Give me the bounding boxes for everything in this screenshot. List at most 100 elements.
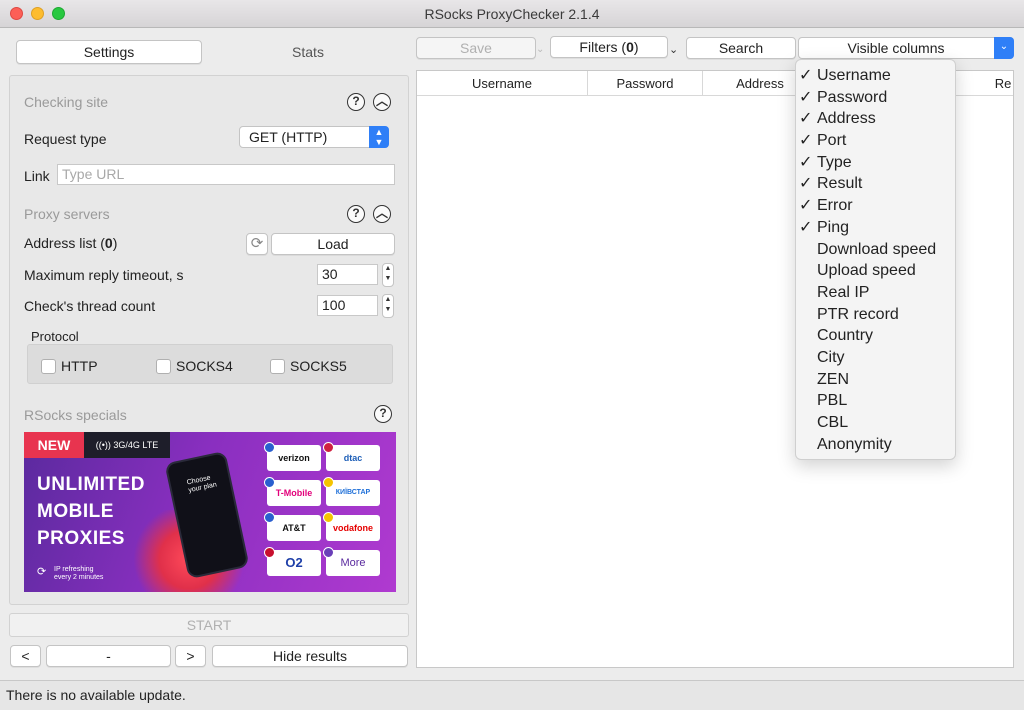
- refresh-note: IP refreshing every 2 minutes: [54, 566, 104, 581]
- menu-item-label: Address: [817, 110, 876, 128]
- column-header-result[interactable]: Re: [993, 71, 1013, 96]
- http-label: HTTP: [61, 358, 98, 374]
- filters-button[interactable]: Filters (0): [550, 36, 668, 58]
- menu-item-ping[interactable]: ✓ Ping: [796, 217, 955, 239]
- timeout-input[interactable]: 30: [317, 264, 378, 285]
- menu-item-label: Download speed: [817, 240, 937, 258]
- checkmark-icon: ✓: [799, 218, 813, 236]
- menu-item-download-speed[interactable]: Download speed: [796, 239, 955, 261]
- socks4-label: SOCKS4: [176, 358, 233, 374]
- request-type-select[interactable]: GET (HTTP) ▲ ▼: [239, 126, 389, 148]
- menu-item-upload-speed[interactable]: Upload speed: [796, 260, 955, 282]
- menu-item-password[interactable]: ✓ Password: [796, 87, 955, 109]
- menu-item-zen[interactable]: ZEN: [796, 369, 955, 391]
- operator-o2: O2: [267, 550, 321, 576]
- checkmark-icon: ✓: [799, 110, 813, 128]
- menu-item-cbl[interactable]: CBL: [796, 412, 955, 434]
- protocol-group: HTTP SOCKS4 SOCKS5: [27, 344, 393, 384]
- collapse-icon[interactable]: ︿: [373, 205, 391, 223]
- promo-banner[interactable]: NEW ((•)) 3G/4G LTE Choose your plan UNL…: [24, 432, 396, 592]
- menu-item-username[interactable]: ✓ Username: [796, 65, 955, 87]
- flag-us-icon: [264, 442, 275, 453]
- tab-settings[interactable]: Settings: [16, 40, 202, 64]
- menu-item-label: ZEN: [817, 370, 849, 388]
- menu-item-label: City: [817, 348, 845, 366]
- collapse-icon[interactable]: ︿: [373, 93, 391, 111]
- visible-columns-label: Visible columns: [847, 40, 945, 56]
- start-button[interactable]: START: [9, 613, 409, 637]
- lte-badge: ((•)) 3G/4G LTE: [84, 432, 170, 458]
- minimize-window-button[interactable]: [31, 7, 44, 20]
- settings-panel: Checking site ? ︿ Request type GET (HTTP…: [9, 75, 409, 605]
- globe-icon: [323, 547, 334, 558]
- chevron-down-icon[interactable]: ⌄: [669, 43, 678, 56]
- request-type-label: Request type: [24, 131, 107, 147]
- checking-site-title: Checking site: [24, 94, 109, 110]
- column-header-password[interactable]: Password: [588, 71, 703, 96]
- help-icon[interactable]: ?: [347, 93, 365, 111]
- threads-stepper[interactable]: ▲ ▼: [382, 294, 394, 318]
- help-icon[interactable]: ?: [347, 205, 365, 223]
- menu-item-ptr-record[interactable]: PTR record: [796, 304, 955, 326]
- checkmark-icon: ✓: [799, 175, 813, 193]
- status-bar: There is no available update.: [0, 680, 1024, 710]
- menu-item-label: Upload speed: [817, 262, 916, 280]
- banner-line-1: UNLIMITED: [37, 474, 145, 495]
- flag-ua-icon: [323, 512, 334, 523]
- menu-item-pbl[interactable]: PBL: [796, 390, 955, 412]
- zoom-window-button[interactable]: [52, 7, 65, 20]
- load-button[interactable]: Load: [271, 233, 395, 255]
- search-button[interactable]: Search: [686, 37, 796, 59]
- prev-page-button[interactable]: <: [10, 645, 41, 667]
- address-list-label: Address list (0): [24, 235, 118, 251]
- threads-input[interactable]: 100: [317, 295, 378, 316]
- menu-item-address[interactable]: ✓ Address: [796, 108, 955, 130]
- request-type-value: GET (HTTP): [249, 129, 328, 145]
- menu-item-label: Ping: [817, 218, 850, 236]
- menu-item-error[interactable]: ✓ Error: [796, 195, 955, 217]
- close-window-button[interactable]: [10, 7, 23, 20]
- page-indicator: -: [46, 645, 171, 667]
- menu-item-label: Type: [817, 153, 852, 171]
- socks4-checkbox[interactable]: [156, 359, 171, 374]
- menu-item-city[interactable]: City: [796, 347, 955, 369]
- http-checkbox[interactable]: [41, 359, 56, 374]
- operator-verizon: verizon: [267, 445, 321, 471]
- timeout-label: Maximum reply timeout, s: [24, 267, 184, 283]
- operator-more: More: [326, 550, 380, 576]
- filters-count: 0: [626, 39, 634, 55]
- address-list-count: 0: [104, 235, 113, 251]
- menu-item-anonymity[interactable]: Anonymity: [796, 434, 955, 456]
- link-input[interactable]: Type URL: [57, 164, 395, 185]
- tab-stats[interactable]: Stats: [220, 40, 396, 64]
- menu-item-country[interactable]: Country: [796, 325, 955, 347]
- socks5-label: SOCKS5: [290, 358, 347, 374]
- socks5-checkbox[interactable]: [270, 359, 285, 374]
- menu-item-type[interactable]: ✓ Type: [796, 152, 955, 174]
- flag-us-icon: [264, 512, 275, 523]
- hide-results-button[interactable]: Hide results: [212, 645, 408, 667]
- next-page-button[interactable]: >: [175, 645, 206, 667]
- threads-label: Check's thread count: [24, 298, 156, 314]
- menu-item-label: CBL: [817, 414, 849, 431]
- help-icon[interactable]: ?: [374, 405, 392, 423]
- menu-item-label: Error: [817, 197, 853, 215]
- save-button[interactable]: Save: [416, 37, 536, 59]
- visible-columns-select[interactable]: Visible columns ⌄: [798, 37, 1014, 59]
- operator-att: AT&T: [267, 515, 321, 541]
- menu-item-label: PTR record: [817, 305, 899, 323]
- timeout-stepper[interactable]: ▲ ▼: [382, 263, 394, 287]
- refresh-icon[interactable]: ⟳: [246, 233, 268, 255]
- specials-title: RSocks specials: [24, 407, 127, 423]
- menu-item-real-ip[interactable]: Real IP: [796, 282, 955, 304]
- chevron-updown-icon: ▲ ▼: [369, 126, 389, 148]
- window-title: RSocks ProxyChecker 2.1.4: [424, 6, 600, 22]
- visible-columns-menu: ✓ Username ✓ Password ✓ Address ✓ Port ✓ Type ✓ Res…: [795, 59, 956, 460]
- flag-ua-icon: [323, 477, 334, 488]
- refresh-icon: ⟳: [37, 566, 47, 578]
- column-header-username[interactable]: Username: [417, 71, 588, 96]
- flag-uk-icon: [264, 547, 275, 558]
- menu-item-result[interactable]: ✓ Result: [796, 173, 955, 195]
- menu-item-port[interactable]: ✓ Port: [796, 130, 955, 152]
- checkmark-icon: ✓: [799, 88, 813, 106]
